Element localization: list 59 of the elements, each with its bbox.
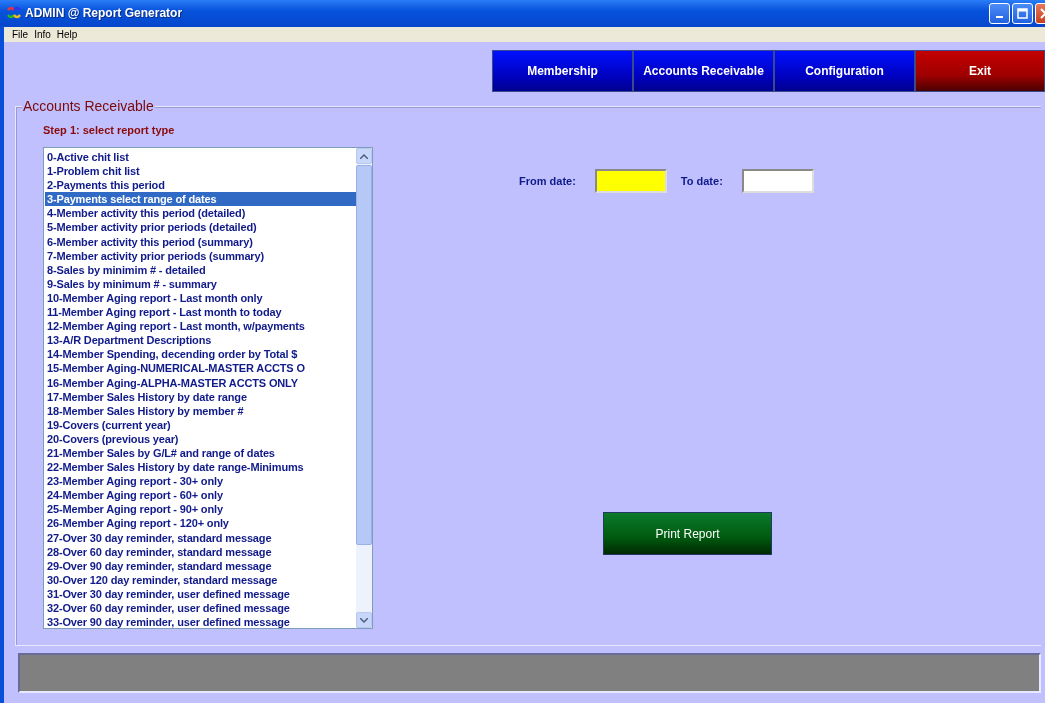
- report-item[interactable]: 6-Member activity this period (summary): [45, 234, 356, 249]
- report-item[interactable]: 4-Member activity this period (detailed): [45, 206, 356, 221]
- report-item[interactable]: 22-Member Sales History by date range-Minimums: [45, 460, 356, 475]
- maximize-icon: [1017, 7, 1028, 19]
- report-item[interactable]: 7-Member activity prior periods (summary): [45, 248, 356, 263]
- report-item[interactable]: 12-Member Aging report - Last month, w/payments: [45, 319, 356, 334]
- step-label: Step 1: select report type: [43, 124, 176, 138]
- report-item[interactable]: 2-Payments this period: [45, 178, 356, 193]
- report-item[interactable]: 32-Over 60 day reminder, user defined message: [45, 601, 356, 616]
- report-item[interactable]: 24-Member Aging report - 60+ only: [45, 488, 356, 503]
- report-list[interactable]: [43, 147, 373, 629]
- report-item[interactable]: 15-Member Aging-NUMERICAL-MASTER ACCTS O: [45, 361, 356, 376]
- caret-up-icon: [360, 153, 368, 159]
- date-field[interactable]: [594, 169, 667, 193]
- report-item[interactable]: 8-Sales by minimim # - detailed: [45, 262, 356, 277]
- report-item[interactable]: 30-Over 120 day reminder, standard message: [45, 572, 356, 587]
- nav-button[interactable]: Membership: [492, 50, 633, 92]
- report-item[interactable]: 26-Member Aging report - 120+ only: [45, 516, 356, 531]
- report-item[interactable]: 19-Covers (current year): [45, 417, 356, 432]
- scroll-down-button[interactable]: [356, 612, 372, 628]
- report-item[interactable]: 21-Member Sales by G/L# and range of dates: [45, 445, 356, 461]
- report-item[interactable]: 0-Active chit list: [45, 150, 356, 165]
- minimize-icon: [996, 16, 1003, 19]
- report-item[interactable]: 18-Member Sales History by member #: [45, 403, 356, 418]
- minimize-button[interactable]: [989, 2, 1010, 24]
- report-item[interactable]: 1-Problem chit list: [45, 164, 356, 179]
- menu-item[interactable]: Help: [56, 28, 78, 40]
- report-item[interactable]: 20-Covers (previous year): [45, 431, 356, 446]
- report-item[interactable]: 14-Member Spending, decending order by Total $: [45, 347, 356, 362]
- menu-item[interactable]: File: [12, 28, 29, 40]
- date-label: From date:: [519, 175, 576, 187]
- report-item[interactable]: 28-Over 60 day reminder, standard message: [45, 544, 356, 559]
- menu-item[interactable]: Info: [34, 28, 51, 40]
- report-item[interactable]: 17-Member Sales History by date range: [45, 389, 356, 404]
- maximize-button[interactable]: [1012, 2, 1033, 24]
- nav-button[interactable]: Configuration: [774, 50, 915, 92]
- report-item[interactable]: 5-Member activity prior periods (detailed): [45, 220, 356, 235]
- report-item[interactable]: 10-Member Aging report - Last month only: [45, 290, 356, 306]
- scrollbar[interactable]: [356, 148, 372, 628]
- report-item[interactable]: 9-Sales by minimum # - summary: [45, 276, 356, 291]
- report-item[interactable]: 31-Over 30 day reminder, user defined message: [45, 586, 356, 601]
- scroll-up-button[interactable]: [356, 148, 372, 164]
- caret-down-icon: [360, 617, 368, 623]
- report-item[interactable]: 27-Over 30 day reminder, standard message: [45, 530, 356, 545]
- report-item[interactable]: 29-Over 90 day reminder, standard message: [45, 558, 356, 573]
- date-label: To date:: [680, 175, 723, 187]
- print-report-button[interactable]: Print Report: [603, 512, 772, 555]
- scroll-thumb[interactable]: [356, 165, 372, 545]
- nav-button[interactable]: Exit: [915, 50, 1045, 92]
- date-field[interactable]: [741, 169, 814, 193]
- report-item[interactable]: 3-Payments select range of dates: [45, 192, 356, 207]
- report-item[interactable]: 13-A/R Department Descriptions: [45, 333, 356, 348]
- report-item[interactable]: 16-Member Aging-ALPHA-MASTER ACCTS ONLY: [45, 375, 356, 390]
- nav-button[interactable]: Accounts Receivable: [633, 50, 774, 92]
- report-item[interactable]: 33-Over 90 day reminder, user defined message: [45, 615, 356, 628]
- report-item[interactable]: 11-Member Aging report - Last month to today: [45, 305, 356, 320]
- report-item[interactable]: 25-Member Aging report - 90+ only: [45, 502, 356, 517]
- report-item[interactable]: 23-Member Aging report - 30+ only: [45, 474, 356, 489]
- window-title: ADMIN @ Report Generator: [25, 6, 184, 21]
